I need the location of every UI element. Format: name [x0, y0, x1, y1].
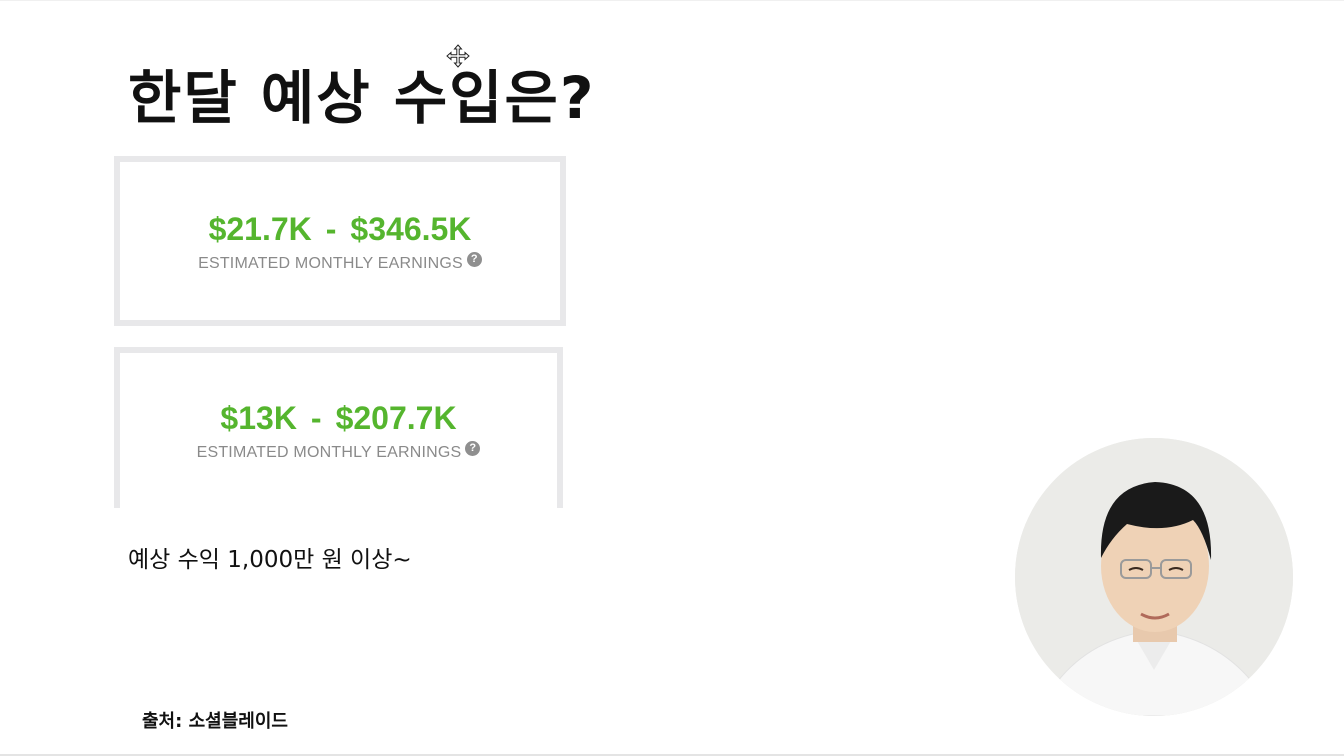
question-circle-icon[interactable]: ?	[466, 252, 482, 267]
slide-page: 한달 예상 수입은? $21.7K - $346.5K ESTIMATED MONT…	[0, 0, 1344, 756]
earnings-min: $13K	[220, 400, 297, 436]
earnings-card-1: $21.7K - $346.5K ESTIMATED MONTHLY EARNING…	[114, 156, 566, 326]
range-separator: -	[325, 211, 337, 247]
presenter-video	[1015, 438, 1293, 716]
source-credit: 출처: 소셜블레이드	[142, 711, 288, 732]
earnings-label: ESTIMATED MONTHLY EARNINGS	[198, 255, 463, 272]
presenter-illustration	[1015, 438, 1293, 716]
page-title: 한달 예상 수입은?	[128, 64, 596, 132]
earnings-max: $207.7K	[335, 400, 457, 436]
earnings-range: $13K - $207.7K	[120, 399, 557, 437]
top-divider	[0, 0, 1344, 1]
earnings-label-row: ESTIMATED MONTHLY EARNINGS?	[120, 441, 557, 462]
earnings-label-row: ESTIMATED MONTHLY EARNINGS?	[120, 252, 560, 273]
earnings-max: $346.5K	[350, 211, 472, 247]
earnings-card-2: $13K - $207.7K ESTIMATED MONTHLY EARNINGS?	[114, 347, 563, 508]
question-circle-icon[interactable]: ?	[465, 441, 481, 456]
earnings-label: ESTIMATED MONTHLY EARNINGS	[196, 444, 462, 461]
caption-text: 예상 수익 1,000만 원 이상~	[128, 547, 412, 573]
earnings-range: $21.7K - $346.5K	[120, 210, 560, 248]
range-separator: -	[310, 400, 322, 436]
earnings-min: $21.7K	[208, 211, 312, 247]
